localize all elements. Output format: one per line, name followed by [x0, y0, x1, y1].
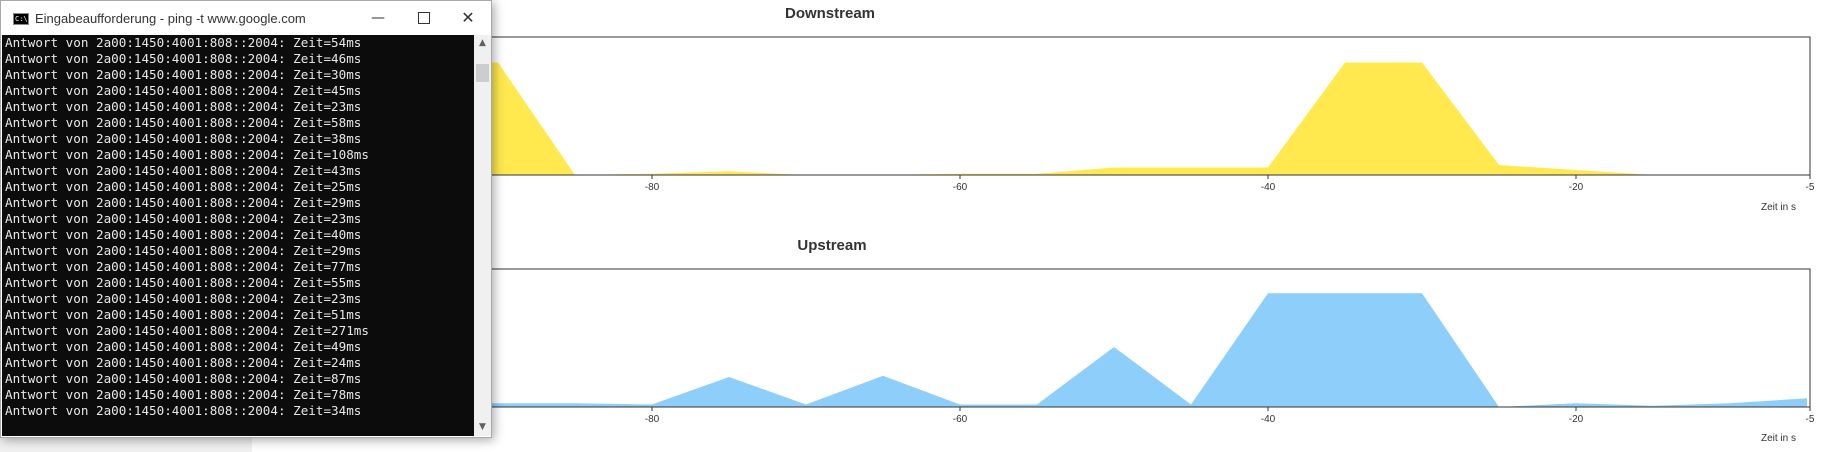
minimize-button[interactable]: —: [355, 1, 401, 35]
console-line: Antwort von 2a00:1450:4001:808::2004: Ze…: [5, 179, 362, 194]
x-tick-label: -5: [1806, 414, 1815, 425]
console-line: Antwort von 2a00:1450:4001:808::2004: Ze…: [5, 339, 362, 354]
console-line: Antwort von 2a00:1450:4001:808::2004: Ze…: [5, 99, 362, 114]
chart-0: Downstream -80 -60 -40 -20 -5 Zeit in s: [419, 5, 1815, 213]
scroll-up-icon[interactable]: ▲: [474, 35, 491, 52]
x-tick-label: -60: [953, 414, 968, 425]
console-line: Antwort von 2a00:1450:4001:808::2004: Ze…: [5, 163, 362, 178]
area-series: [421, 293, 1807, 407]
close-button[interactable]: ✕: [445, 1, 491, 35]
console-line: Antwort von 2a00:1450:4001:808::2004: Ze…: [5, 275, 362, 290]
window-title: Eingabeaufforderung - ping -t www.google…: [35, 11, 306, 26]
vertical-scrollbar[interactable]: ▲ ▼: [474, 35, 491, 436]
console-line: Antwort von 2a00:1450:4001:808::2004: Ze…: [5, 67, 362, 82]
console-line: Antwort von 2a00:1450:4001:808::2004: Ze…: [5, 355, 362, 370]
x-tick-label: -80: [645, 414, 660, 425]
console-line: Antwort von 2a00:1450:4001:808::2004: Ze…: [5, 195, 362, 210]
x-tick-label: -20: [1569, 414, 1584, 425]
window-titlebar[interactable]: C:\ Eingabeaufforderung - ping -t www.go…: [1, 1, 491, 35]
area-series: [421, 62, 1807, 175]
command-prompt-window[interactable]: C:\ Eingabeaufforderung - ping -t www.go…: [0, 0, 492, 438]
console-line: Antwort von 2a00:1450:4001:808::2004: Ze…: [5, 403, 362, 418]
console-line: Antwort von 2a00:1450:4001:808::2004: Ze…: [5, 291, 362, 306]
console-line: Antwort von 2a00:1450:4001:808::2004: Ze…: [5, 35, 362, 50]
console-line: Antwort von 2a00:1450:4001:808::2004: Ze…: [5, 115, 362, 130]
plot-frame: [419, 36, 1811, 176]
console-line: Antwort von 2a00:1450:4001:808::2004: Ze…: [5, 227, 362, 242]
x-tick-label: -80: [645, 182, 660, 193]
console-line: Antwort von 2a00:1450:4001:808::2004: Ze…: [5, 51, 362, 66]
x-tick-label: -20: [1569, 182, 1584, 193]
console-line: Antwort von 2a00:1450:4001:808::2004: Ze…: [5, 131, 362, 146]
x-tick-label: -60: [953, 182, 968, 193]
chart-title: Upstream: [797, 237, 866, 254]
chart-title: Downstream: [785, 5, 875, 22]
console-output[interactable]: Antwort von 2a00:1450:4001:808::2004: Ze…: [2, 35, 474, 436]
console-line: Antwort von 2a00:1450:4001:808::2004: Ze…: [5, 243, 362, 258]
maximize-icon: [418, 11, 430, 24]
x-axis-label: Zeit in s: [1761, 202, 1796, 213]
x-tick-label: -40: [1261, 182, 1276, 193]
console-line: Antwort von 2a00:1450:4001:808::2004: Ze…: [5, 307, 362, 322]
console-line: Antwort von 2a00:1450:4001:808::2004: Ze…: [5, 387, 362, 402]
cmd-icon: C:\: [13, 13, 29, 25]
console-line: Antwort von 2a00:1450:4001:808::2004: Ze…: [5, 259, 362, 274]
console-line: Antwort von 2a00:1450:4001:808::2004: Ze…: [5, 323, 369, 338]
x-tick-label: -5: [1806, 182, 1815, 193]
maximize-button[interactable]: [401, 1, 447, 35]
chart-1: Upstream -80 -60 -40 -20 -5 Zeit in s: [419, 237, 1815, 444]
x-tick-label: -40: [1261, 414, 1276, 425]
console-line: Antwort von 2a00:1450:4001:808::2004: Ze…: [5, 147, 369, 162]
scroll-thumb[interactable]: [476, 64, 489, 82]
x-axis-label: Zeit in s: [1761, 433, 1796, 444]
console-line: Antwort von 2a00:1450:4001:808::2004: Ze…: [5, 371, 362, 386]
console-line: Antwort von 2a00:1450:4001:808::2004: Ze…: [5, 211, 362, 226]
scroll-down-icon[interactable]: ▼: [474, 419, 491, 436]
console-line: Antwort von 2a00:1450:4001:808::2004: Ze…: [5, 83, 362, 98]
